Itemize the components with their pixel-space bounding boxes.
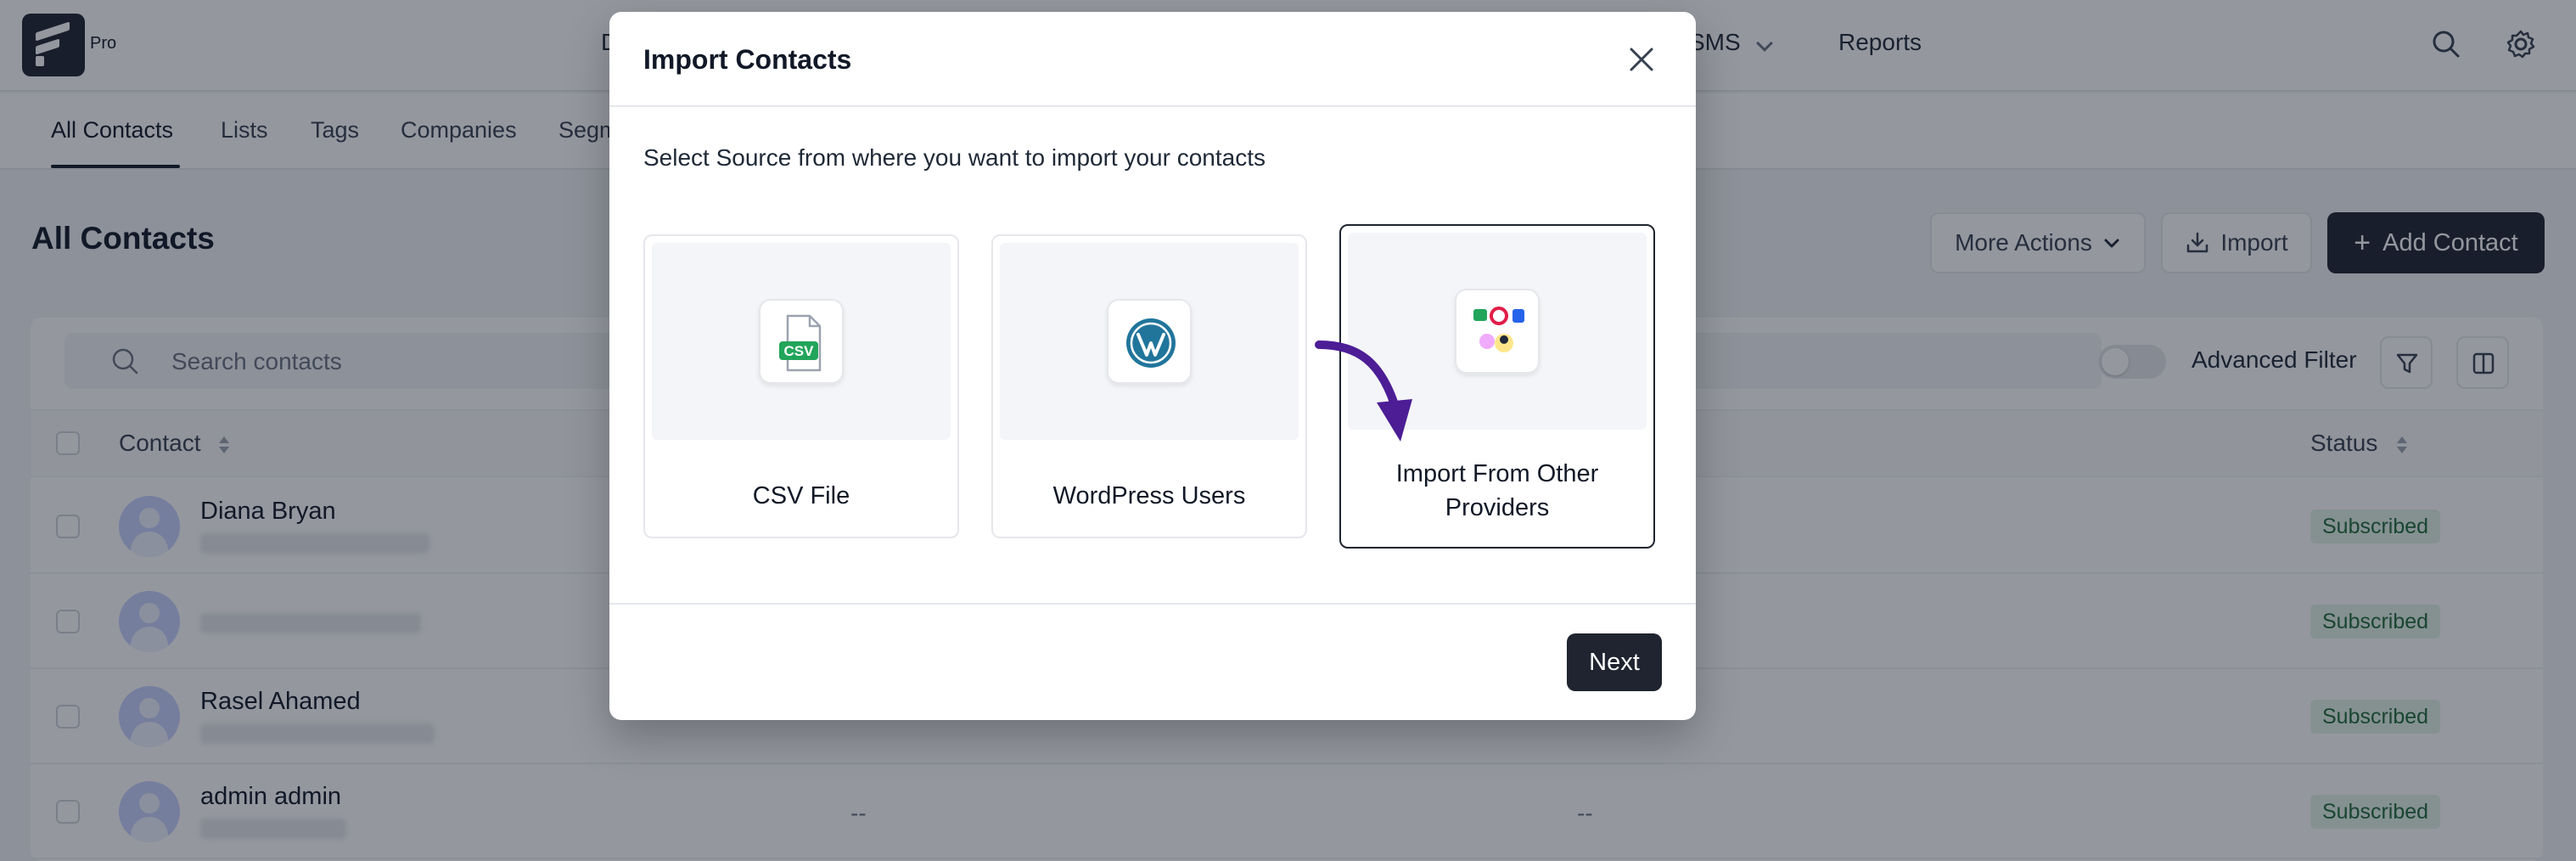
- csv-badge-text: CSV: [783, 343, 814, 359]
- source-option-wordpress[interactable]: WordPress Users: [991, 234, 1307, 538]
- close-icon[interactable]: [1625, 42, 1658, 76]
- csv-file-icon: CSV: [759, 299, 844, 384]
- modal-footer-divider: [609, 603, 1696, 605]
- source-preview: CSV: [652, 243, 951, 440]
- source-label-line1: Import From Other: [1395, 460, 1599, 487]
- source-option-csv[interactable]: CSV CSV File: [643, 234, 959, 538]
- providers-icon: [1455, 289, 1540, 374]
- source-label: CSV File: [752, 482, 850, 509]
- modal-title: Import Contacts: [643, 44, 852, 75]
- source-label: WordPress Users: [1052, 482, 1246, 509]
- modal-header: Import Contacts: [609, 12, 1696, 107]
- next-label: Next: [1589, 648, 1640, 676]
- wordpress-icon: [1107, 299, 1192, 384]
- pointer-arrow-icon: [1315, 340, 1412, 442]
- source-label-line2: Providers: [1445, 494, 1550, 521]
- modal-subtitle: Select Source from where you want to imp…: [643, 144, 1266, 171]
- import-contacts-modal: Import Contacts Select Source from where…: [609, 12, 1696, 720]
- source-preview: [1000, 243, 1299, 440]
- next-button[interactable]: Next: [1567, 633, 1662, 691]
